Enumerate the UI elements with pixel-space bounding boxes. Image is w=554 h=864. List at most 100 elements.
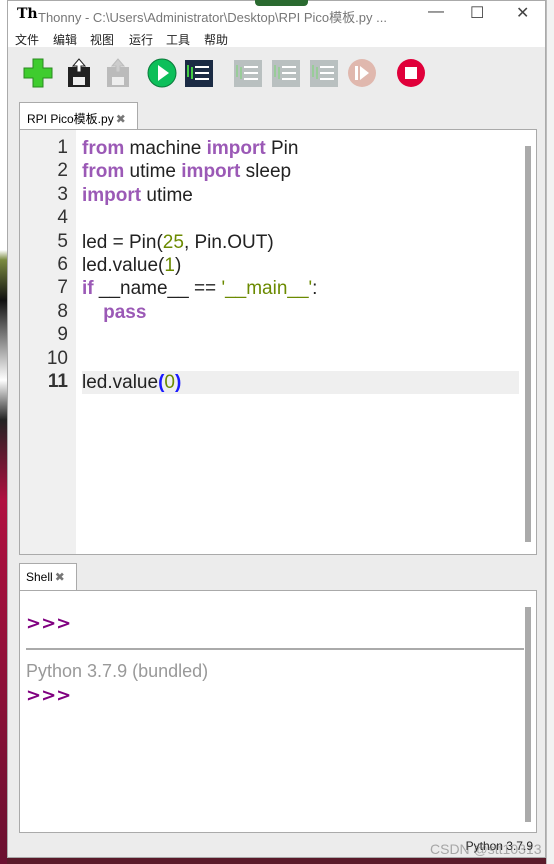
scrollbar-thumb[interactable] xyxy=(525,146,531,542)
debug-button[interactable] xyxy=(183,57,215,89)
code-line[interactable] xyxy=(82,348,519,371)
load-file-icon xyxy=(107,58,129,87)
line-number: 3 xyxy=(57,183,68,205)
tab-editor-file[interactable]: RPI Pico模板.py ✖ xyxy=(19,102,138,130)
run-button[interactable] xyxy=(146,57,178,89)
code-line[interactable]: pass xyxy=(82,301,519,324)
code-token: 1 xyxy=(164,254,175,276)
window-title: Thonny - C:\Users\Administrator\Desktop\… xyxy=(38,10,387,25)
menu-bar: 文件 编辑 视图 运行 工具 帮助 xyxy=(8,27,545,47)
code-token: ) xyxy=(174,371,182,393)
code-token: import xyxy=(181,161,241,183)
code-line[interactable]: if __name__ == '__main__': xyxy=(82,277,519,300)
scrollbar-thumb[interactable] xyxy=(525,607,531,822)
menu-run[interactable]: 运行 xyxy=(129,31,153,48)
window-grip xyxy=(255,0,308,6)
code-token: : xyxy=(312,278,318,300)
stop-icon xyxy=(397,59,425,87)
code-token: from xyxy=(82,138,125,159)
code-token: , Pin.OUT) xyxy=(183,231,274,253)
menu-view[interactable]: 视图 xyxy=(90,31,114,48)
resume-icon xyxy=(348,59,376,87)
resume-button xyxy=(346,57,378,89)
code-token: if xyxy=(82,278,94,300)
minimize-button[interactable]: — xyxy=(428,3,444,21)
menu-help[interactable]: 帮助 xyxy=(204,31,228,48)
thonny-logo: Th xyxy=(17,6,38,22)
shell-separator xyxy=(26,648,524,650)
code-token: 0 xyxy=(164,371,175,393)
code-token: Pin xyxy=(265,138,299,159)
shell-prompt: >>> xyxy=(26,613,72,634)
code-line[interactable]: from utime import sleep xyxy=(82,160,519,183)
code-line[interactable] xyxy=(82,207,519,230)
debug-icon xyxy=(185,60,213,87)
step-out-button xyxy=(308,57,340,89)
step-over-button xyxy=(232,57,264,89)
code-token: led.value xyxy=(82,371,159,393)
code-token: '__main__' xyxy=(221,278,313,300)
watermark: CSDN @stt10313 xyxy=(430,841,542,857)
new-file-button[interactable] xyxy=(22,57,54,89)
step-over-icon xyxy=(234,60,262,87)
step-into-icon xyxy=(272,60,300,87)
step-out-icon xyxy=(310,60,338,87)
close-button[interactable]: ✕ xyxy=(516,3,529,23)
code-token: utime xyxy=(141,184,193,206)
code-token: led.value( xyxy=(82,254,165,276)
editor-scrollbar[interactable] xyxy=(522,134,534,552)
close-tab-icon[interactable]: ✖ xyxy=(116,112,126,126)
tab-label: Shell xyxy=(26,570,53,584)
python-version-text: Python 3.7.9 (bundled) xyxy=(26,661,209,681)
code-editor[interactable]: 1 2 3 4 5 6 7 8 9 10 11 from machine import Pin fro… xyxy=(19,129,537,555)
code-token: import xyxy=(82,184,142,206)
line-number: 8 xyxy=(57,300,68,322)
save-file-icon xyxy=(68,58,90,87)
code-line[interactable]: led.value(1) xyxy=(82,254,519,277)
code-token: import xyxy=(206,138,266,159)
tab-shell[interactable]: Shell ✖ xyxy=(19,563,77,591)
line-number: 4 xyxy=(57,207,68,229)
menu-edit[interactable]: 编辑 xyxy=(53,31,77,48)
code-token: from xyxy=(82,161,125,183)
code-token: 25 xyxy=(162,231,184,253)
code-line[interactable]: led.value(0) xyxy=(82,370,519,395)
line-number: 9 xyxy=(57,324,68,346)
code-token: sleep xyxy=(240,161,292,183)
code-token: led = Pin( xyxy=(82,231,163,253)
line-number: 1 xyxy=(57,137,68,158)
step-into-button xyxy=(270,57,302,89)
desktop-background-right xyxy=(546,0,554,864)
menu-tools[interactable]: 工具 xyxy=(166,31,190,48)
code-line[interactable]: from machine import Pin xyxy=(82,137,519,160)
line-number-gutter: 1 2 3 4 5 6 7 8 9 10 11 xyxy=(20,130,76,554)
save-file-button[interactable] xyxy=(63,57,95,89)
shell-panel[interactable]: >>> Python 3.7.9 (bundled) >>> xyxy=(19,590,537,833)
run-icon xyxy=(147,58,177,88)
stop-button[interactable] xyxy=(395,57,427,89)
code-token: utime xyxy=(124,161,182,183)
code-area[interactable]: from machine import Pin from utime import… xyxy=(82,137,519,395)
tab-label: RPI Pico模板.py xyxy=(27,112,114,126)
close-tab-icon[interactable]: ✖ xyxy=(55,570,65,584)
desktop-background xyxy=(0,0,7,864)
line-number: 5 xyxy=(57,230,68,252)
load-file-button xyxy=(102,57,134,89)
maximize-button[interactable]: ☐ xyxy=(470,3,484,23)
thonny-window: Th Thonny - C:\Users\Administrator\Deskt… xyxy=(7,0,546,858)
line-number: 11 xyxy=(47,371,68,392)
code-line[interactable]: led = Pin(25, Pin.OUT) xyxy=(82,231,519,254)
code-token: ) xyxy=(174,254,182,276)
shell-scrollbar[interactable] xyxy=(522,595,534,830)
line-number: 6 xyxy=(57,254,68,275)
shell-prompt: >>> xyxy=(26,685,72,706)
code-line[interactable]: import utime xyxy=(82,184,519,207)
line-number: 10 xyxy=(46,347,68,369)
code-token: pass xyxy=(103,301,147,323)
line-number: 7 xyxy=(57,277,68,299)
menu-file[interactable]: 文件 xyxy=(15,31,39,48)
code-token: machine xyxy=(124,138,207,159)
line-number: 2 xyxy=(57,160,68,182)
code-line[interactable] xyxy=(82,324,519,347)
